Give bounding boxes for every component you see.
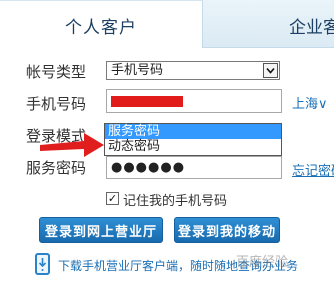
phone-label: 手机号码 (26, 95, 87, 113)
red-arrow-icon (40, 133, 104, 157)
account-type-label: 帐号类型 (26, 63, 87, 81)
login-mobile-label: 登录到我的移动 (177, 224, 276, 240)
chevron-down-icon[interactable] (263, 63, 278, 78)
dropdown-option-dynamic-password[interactable]: 动态密码 (105, 139, 281, 154)
account-type-value: 手机号码 (111, 63, 164, 78)
tab-personal-label: 个人客户 (65, 17, 137, 38)
phone-input[interactable] (106, 89, 282, 113)
remember-checkbox[interactable]: ✓ (106, 192, 119, 205)
login-mode-dropdown[interactable]: 服务密码 动态密码 (104, 123, 282, 156)
password-input[interactable]: ●●●●●● (106, 156, 282, 179)
password-label: 服务密码 (26, 159, 87, 177)
phone-download-icon[interactable] (35, 253, 50, 275)
forgot-password-link[interactable]: 忘记密码 (292, 160, 334, 179)
login-hall-button[interactable]: 登录到网上营业厅 (39, 217, 163, 243)
password-mask: ●●●●●● (111, 160, 186, 175)
dropdown-option-service-password[interactable]: 服务密码 (105, 124, 281, 139)
tab-enterprise-label: 企业客 (289, 18, 334, 38)
region-link[interactable]: 上海∨ (292, 93, 328, 112)
login-mobile-button[interactable]: 登录到我的移动 (174, 217, 280, 243)
account-type-select[interactable]: 手机号码 (106, 61, 280, 80)
login-hall-label: 登录到网上营业厅 (44, 224, 157, 240)
redaction-mark (111, 96, 183, 107)
remember-label: 记住我的手机号码 (123, 194, 228, 209)
watermark: 百度经验 (236, 255, 289, 270)
tab-personal[interactable]: 个人客户 (0, 0, 202, 49)
tab-enterprise[interactable]: 企业客 (202, 0, 334, 48)
